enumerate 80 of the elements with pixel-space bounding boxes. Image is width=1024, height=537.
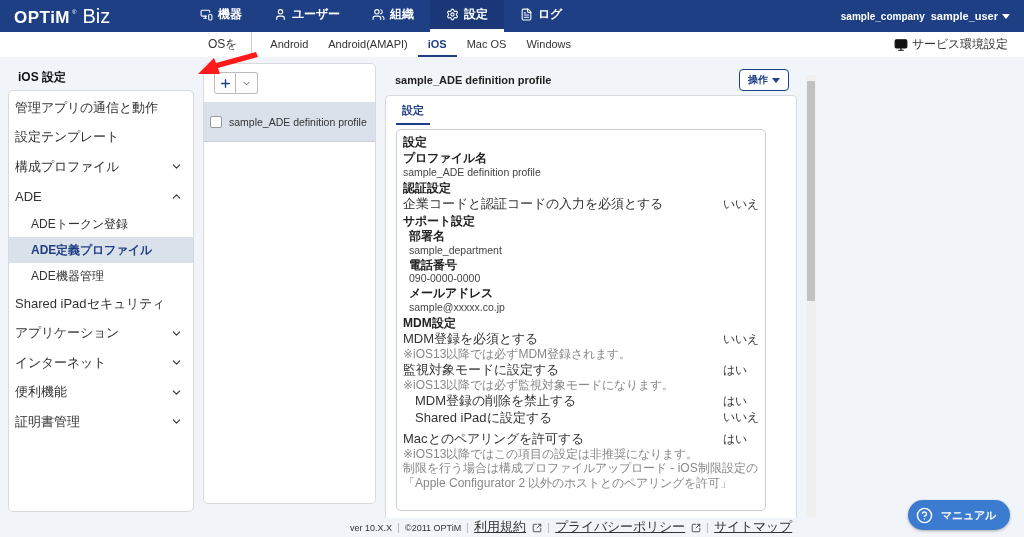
- setting-note: 制限を行う場合は構成プロファイルアップロード - iOS制限設定の: [403, 461, 759, 476]
- os-tab[interactable]: Android(AMAPI): [318, 32, 418, 57]
- footer-link[interactable]: プライバシーポリシー: [555, 519, 686, 536]
- section-heading: プロファイル名: [403, 151, 488, 166]
- footer-link[interactable]: 利用規約: [474, 519, 527, 536]
- sidebar-item[interactable]: アプリケーション: [9, 318, 193, 348]
- action-button[interactable]: 操作: [739, 69, 789, 91]
- nav-tab[interactable]: 機器: [184, 0, 258, 32]
- setting-note: 「Apple Configurator 2 以外のホストとのペアリングを許可」: [403, 475, 734, 491]
- section-title: 設定: [403, 135, 428, 150]
- plus-icon: [218, 76, 232, 90]
- setting-answer: いいえ: [723, 196, 759, 212]
- setting-note: ※iOS13以降ではこの項目の設定は非推奨になります。: [403, 446, 700, 462]
- sidebar-item[interactable]: 管理アプリの通信と動作: [9, 93, 193, 123]
- nav-tab[interactable]: ログ: [504, 0, 578, 32]
- user-icon: [274, 8, 287, 21]
- field-label: 部署名: [409, 229, 446, 244]
- setting-answer: いいえ: [723, 410, 759, 425]
- sidebar-item[interactable]: ADEトークン登録: [9, 211, 193, 237]
- checkbox[interactable]: [210, 115, 222, 128]
- setting-note: ※iOS13以降では必ずMDM登録されます。: [403, 346, 633, 362]
- setting-label: MDM登録の削除を禁止する: [415, 393, 577, 409]
- settings-icon: [446, 8, 459, 21]
- sidebar-item[interactable]: 設定テンプレート: [9, 122, 193, 152]
- profile-list-item[interactable]: sample_ADE definition profile: [204, 102, 375, 142]
- field-label: メールアドレス: [409, 286, 494, 301]
- sidebar-item[interactable]: 証明書管理: [9, 407, 193, 437]
- sidebar-item[interactable]: ADE: [9, 181, 193, 211]
- field-value: sample@xxxxx.co.jp: [409, 300, 506, 314]
- footer-link[interactable]: サイトマップ: [714, 519, 793, 536]
- setting-label: 企業コードと認証コードの入力を必須とする: [403, 196, 663, 212]
- nav-tab[interactable]: 組織: [356, 0, 430, 32]
- version-text: ver 10.X.X: [350, 522, 393, 533]
- setting-label: 監視対象モードに設定する: [403, 362, 559, 378]
- sidebar-title: iOS 設定: [17, 69, 67, 86]
- field-value: sample_ADE definition profile: [403, 165, 542, 179]
- document-icon: [520, 8, 533, 21]
- scrollbar[interactable]: [806, 75, 816, 518]
- nav-tab[interactable]: 設定: [430, 0, 504, 32]
- section-heading: サポート設定: [403, 213, 476, 229]
- sidebar-item[interactable]: 構成プロファイル: [9, 152, 193, 182]
- detail-title: sample_ADE definition profile: [395, 74, 552, 86]
- copyright-text: ©2011 OPTiM: [405, 522, 462, 533]
- setting-note: ※iOS13以降では必ず監視対象モードになります。: [403, 377, 676, 393]
- os-tab[interactable]: iOS: [417, 32, 457, 57]
- setting-answer: はい: [723, 431, 748, 447]
- nav-tab[interactable]: ユーザー: [258, 0, 356, 32]
- user-menu[interactable]: sample_user: [930, 10, 1010, 22]
- caret-icon: [1002, 13, 1010, 19]
- company-name: sample_company: [840, 10, 925, 22]
- annotation-arrow: [198, 52, 258, 76]
- os-tab[interactable]: Mac OS: [456, 32, 517, 57]
- os-tab[interactable]: Windows: [516, 32, 582, 57]
- setting-label: Shared iPadに設定する: [415, 409, 552, 426]
- os-tab[interactable]: Android: [260, 32, 319, 57]
- group-icon: [372, 8, 385, 21]
- setting-label: MDM登録を必須とする: [403, 331, 539, 347]
- manual-button[interactable]: マニュアル: [908, 500, 1010, 530]
- sidebar-item[interactable]: Shared iPadセキュリティ: [9, 289, 193, 319]
- setting-answer: はい: [723, 362, 748, 378]
- field-value: 090-0000-0000: [409, 272, 482, 286]
- devices-icon: [200, 8, 213, 21]
- field-value: sample_department: [409, 243, 503, 257]
- sidebar-item[interactable]: ADE機器管理: [9, 263, 193, 289]
- caret-icon: [772, 77, 780, 83]
- detail-tab[interactable]: 設定: [396, 98, 430, 125]
- add-button[interactable]: [214, 72, 236, 94]
- profile-name: sample_ADE definition profile: [229, 115, 367, 128]
- monitor-icon: [894, 37, 908, 52]
- help-icon: [916, 506, 933, 524]
- section-heading: MDM設定: [403, 315, 457, 331]
- sidebar-item[interactable]: 便利機能: [9, 377, 193, 407]
- field-label: 電話番号: [409, 257, 458, 273]
- sidebar-item[interactable]: ADE定義プロファイル: [9, 237, 193, 263]
- setting-answer: いいえ: [723, 331, 759, 347]
- sidebar-item[interactable]: インターネット: [9, 348, 193, 378]
- service-settings-link[interactable]: サービス環境設定: [894, 36, 1008, 53]
- setting-label: Macとのペアリングを許可する: [403, 431, 584, 447]
- section-heading: 認証設定: [403, 180, 452, 196]
- setting-answer: はい: [723, 393, 748, 409]
